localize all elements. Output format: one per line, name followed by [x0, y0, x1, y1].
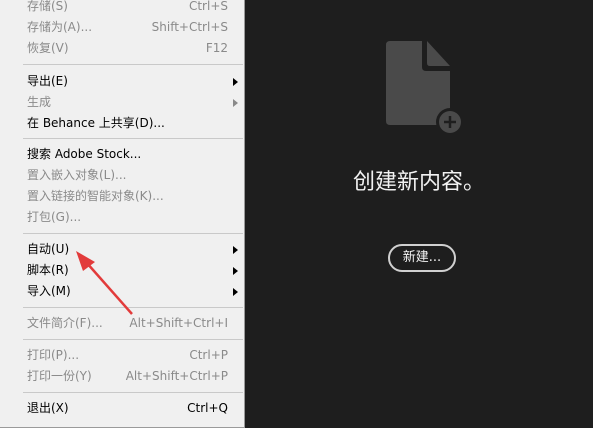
annotation-arrow-icon [76, 251, 133, 315]
